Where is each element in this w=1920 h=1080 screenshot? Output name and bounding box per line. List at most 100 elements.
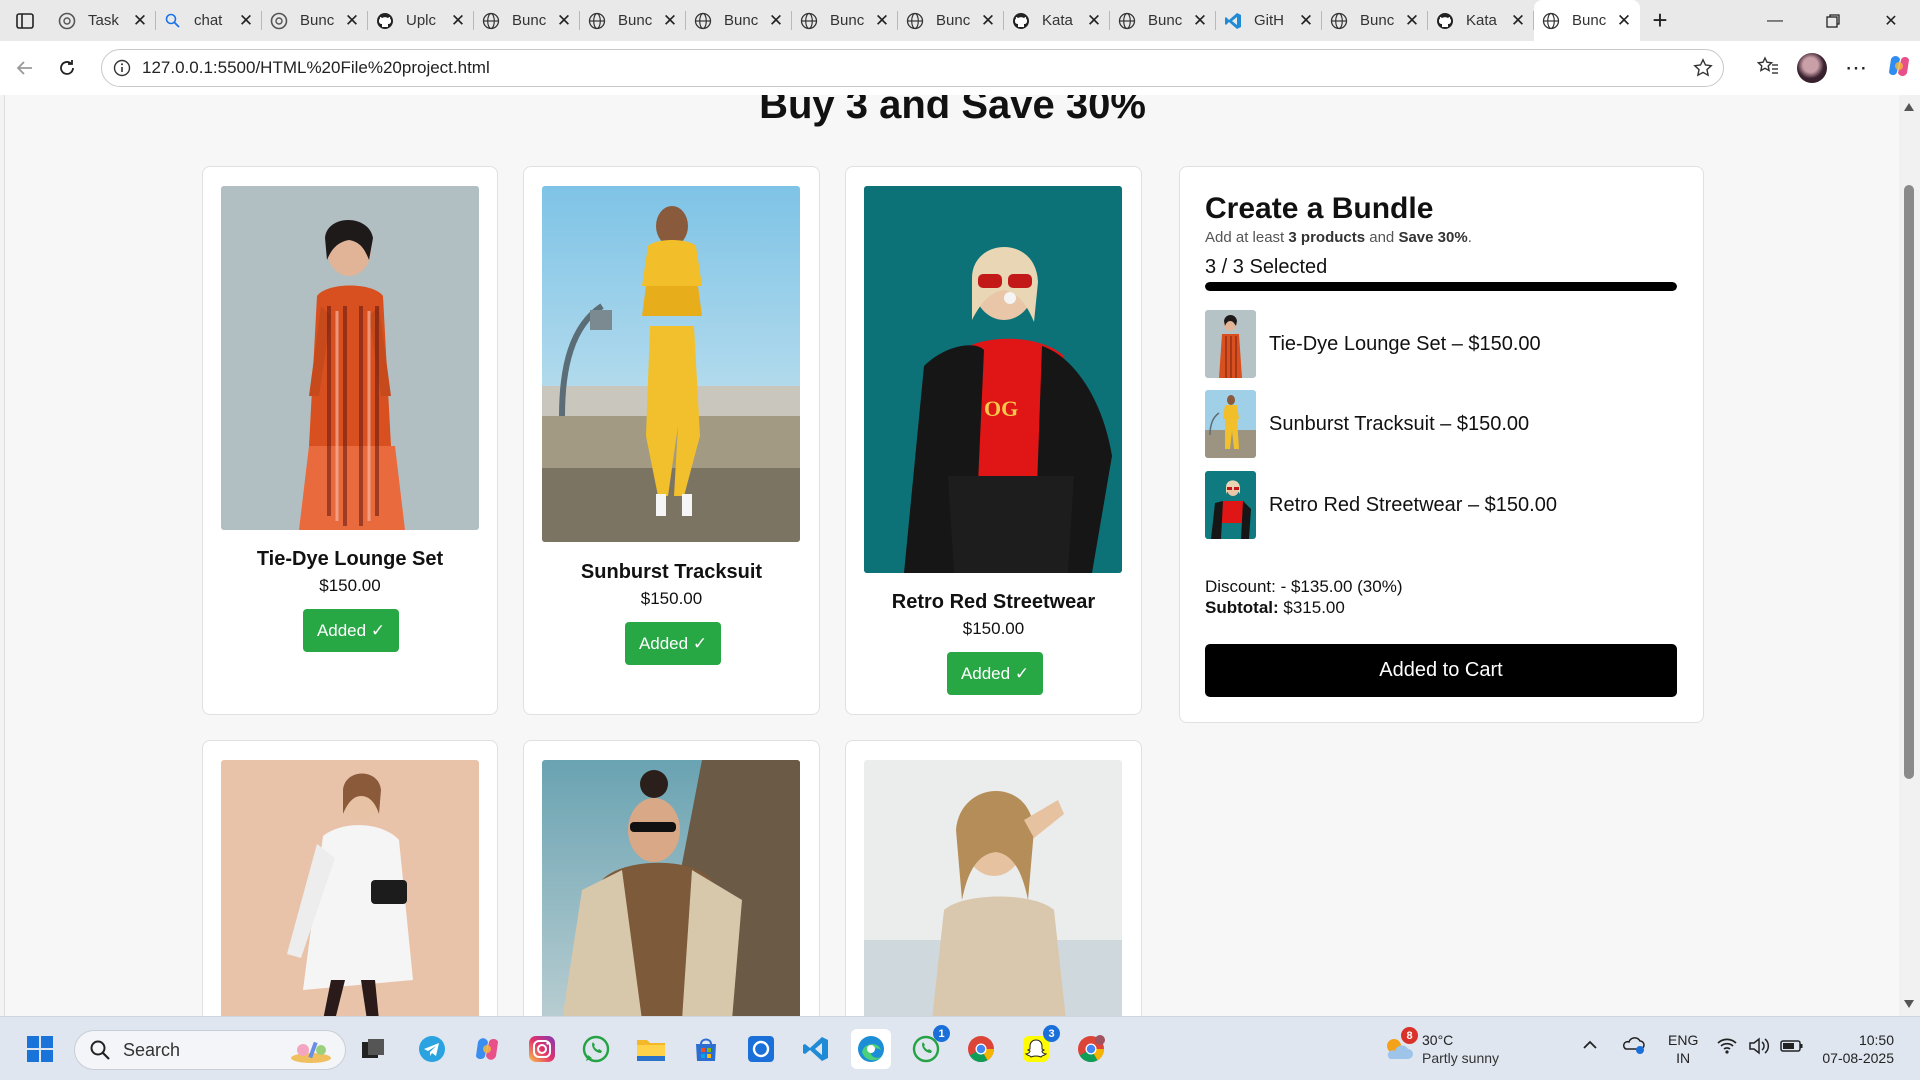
browser-tab[interactable]: Kata ✕ xyxy=(1428,0,1534,41)
tab-title: Bunc xyxy=(512,12,547,29)
tab-actions-menu-icon[interactable] xyxy=(0,0,50,41)
browser-tab[interactable]: Bunc ✕ xyxy=(686,0,792,41)
product-card xyxy=(845,740,1142,1016)
vscode-icon[interactable] xyxy=(796,1029,836,1069)
product-image xyxy=(221,760,479,1016)
blue-app-icon[interactable] xyxy=(741,1029,781,1069)
telegram-icon[interactable] xyxy=(412,1029,452,1069)
product-image: OG xyxy=(864,186,1122,573)
chrome-icon[interactable] xyxy=(961,1029,1001,1069)
added-button[interactable]: Added ✓ xyxy=(303,609,399,652)
browser-tab[interactable]: Uplc ✕ xyxy=(368,0,474,41)
snapchat-icon[interactable]: 3 xyxy=(1016,1025,1060,1069)
profile-avatar[interactable] xyxy=(1797,53,1827,83)
close-tab-icon[interactable]: ✕ xyxy=(556,12,572,29)
product-card: Tie-Dye Lounge Set $150.00 Added ✓ xyxy=(202,166,498,715)
close-tab-icon[interactable]: ✕ xyxy=(1510,12,1526,29)
tab-title: Bunc xyxy=(724,12,759,29)
copilot-icon[interactable] xyxy=(1886,53,1912,84)
system-clock[interactable]: 10:50 07-08-2025 xyxy=(1822,1031,1894,1067)
bundle-panel: Create a Bundle Add at least 3 products … xyxy=(1179,166,1704,723)
weather-widget[interactable]: 8 30°C Partly sunny xyxy=(1382,1027,1499,1069)
back-button[interactable] xyxy=(8,51,42,85)
onedrive-status-icon[interactable] xyxy=(1622,1035,1646,1059)
instagram-icon[interactable] xyxy=(522,1029,562,1069)
browser-toolbar: 127.0.0.1:5500/HTML%20File%20project.htm… xyxy=(0,41,1920,95)
task-view-icon[interactable] xyxy=(353,1029,393,1069)
whatsapp-badge: 1 xyxy=(933,1025,950,1042)
copilot-app-icon[interactable] xyxy=(467,1029,507,1069)
favorite-star-icon[interactable] xyxy=(1683,58,1723,78)
close-tab-icon[interactable]: ✕ xyxy=(1192,12,1208,29)
close-tab-icon[interactable]: ✕ xyxy=(1616,12,1632,29)
start-button[interactable] xyxy=(20,1029,60,1069)
product-name: Tie-Dye Lounge Set xyxy=(256,548,444,570)
close-tab-icon[interactable]: ✕ xyxy=(1298,12,1314,29)
file-explorer-icon[interactable] xyxy=(631,1029,671,1069)
bundle-item-label: Tie-Dye Lounge Set – $150.00 xyxy=(1269,332,1541,355)
page-scrollbar[interactable] xyxy=(1899,95,1920,1016)
browser-tab[interactable]: Kata ✕ xyxy=(1004,0,1110,41)
close-tab-icon[interactable]: ✕ xyxy=(768,12,784,29)
bundle-item: Sunburst Tracksuit – $150.00 xyxy=(1205,390,1677,458)
close-tab-icon[interactable]: ✕ xyxy=(132,12,148,29)
close-tab-icon[interactable]: ✕ xyxy=(238,12,254,29)
globe-icon xyxy=(1542,12,1560,30)
product-image xyxy=(542,760,800,1016)
weather-temperature: 30°C xyxy=(1422,1032,1454,1048)
tab-title: Uplc xyxy=(406,12,437,29)
added-button[interactable]: Added ✓ xyxy=(625,622,721,665)
close-tab-icon[interactable]: ✕ xyxy=(980,12,996,29)
close-window-button[interactable]: ✕ xyxy=(1862,0,1920,41)
browser-tab[interactable]: GitH ✕ xyxy=(1216,0,1322,41)
site-info-icon[interactable] xyxy=(102,59,142,77)
address-bar[interactable]: 127.0.0.1:5500/HTML%20File%20project.htm… xyxy=(101,49,1724,87)
clock-date: 07-08-2025 xyxy=(1822,1050,1894,1066)
browser-tab-active[interactable]: Bunc ✕ xyxy=(1534,0,1640,41)
close-tab-icon[interactable]: ✕ xyxy=(874,12,890,29)
browser-tab[interactable]: Bunc ✕ xyxy=(898,0,1004,41)
scroll-down-arrow-icon[interactable] xyxy=(1904,1000,1914,1008)
search-icon xyxy=(164,12,182,30)
close-tab-icon[interactable]: ✕ xyxy=(1404,12,1420,29)
back-arrow-icon xyxy=(16,61,32,75)
more-options-icon[interactable]: ⋯ xyxy=(1845,55,1868,81)
close-tab-icon[interactable]: ✕ xyxy=(662,12,678,29)
microsoft-store-icon[interactable] xyxy=(686,1029,726,1069)
browser-tab[interactable]: chat ✕ xyxy=(156,0,262,41)
close-tab-icon[interactable]: ✕ xyxy=(1086,12,1102,29)
browser-tab[interactable]: Bunc ✕ xyxy=(1110,0,1216,41)
tab-title: Bunc xyxy=(830,12,865,29)
product-price: $150.00 xyxy=(640,589,703,608)
favorites-icon[interactable] xyxy=(1756,55,1779,81)
close-tab-icon[interactable]: ✕ xyxy=(450,12,466,29)
browser-tab[interactable]: Bunc ✕ xyxy=(792,0,898,41)
browser-tab[interactable]: Bunc ✕ xyxy=(1322,0,1428,41)
whatsapp-icon[interactable] xyxy=(576,1029,616,1069)
browser-tab[interactable]: Bunc ✕ xyxy=(262,0,368,41)
openai-icon xyxy=(270,12,288,30)
added-button[interactable]: Added ✓ xyxy=(947,652,1043,695)
chrome-profile-icon[interactable] xyxy=(1071,1029,1111,1069)
scroll-up-arrow-icon[interactable] xyxy=(1904,103,1914,111)
taskbar-search[interactable]: Search xyxy=(74,1030,346,1070)
browser-tab[interactable]: Task ✕ xyxy=(50,0,156,41)
minimize-button[interactable]: — xyxy=(1746,0,1804,41)
browser-tab[interactable]: Bunc ✕ xyxy=(580,0,686,41)
language-indicator[interactable]: ENG IN xyxy=(1668,1031,1698,1067)
added-to-cart-button[interactable]: Added to Cart xyxy=(1205,644,1677,697)
system-tray-quick-settings[interactable] xyxy=(1716,1037,1804,1055)
search-icon xyxy=(90,1040,110,1060)
reload-button[interactable] xyxy=(50,51,84,85)
restore-button[interactable] xyxy=(1804,0,1862,41)
scrollbar-thumb[interactable] xyxy=(1904,185,1914,779)
url-text[interactable]: 127.0.0.1:5500/HTML%20File%20project.htm… xyxy=(142,58,1683,78)
bundle-item-label: Sunburst Tracksuit – $150.00 xyxy=(1269,412,1530,435)
globe-icon xyxy=(1118,12,1136,30)
whatsapp-business-icon[interactable]: 1 xyxy=(906,1025,950,1069)
show-hidden-icons-chevron-icon[interactable] xyxy=(1582,1037,1598,1055)
new-tab-button[interactable]: + xyxy=(1640,0,1680,41)
browser-tab[interactable]: Bunc ✕ xyxy=(474,0,580,41)
close-tab-icon[interactable]: ✕ xyxy=(344,12,360,29)
edge-browser-icon[interactable] xyxy=(851,1029,891,1069)
